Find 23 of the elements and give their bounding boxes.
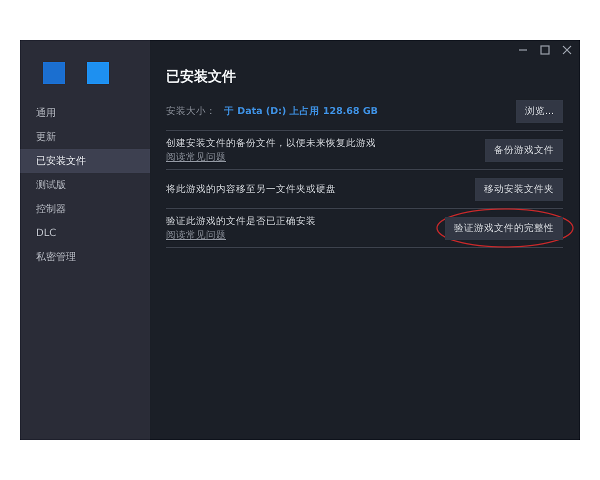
faq-link[interactable]: 阅读常见问题 [166,228,316,242]
size-value: 于 Data (D:) 上占用 128.68 GB [224,104,378,118]
sidebar-item[interactable]: 已安装文件 [20,149,150,173]
sidebar-item[interactable]: 私密管理 [20,245,150,269]
row-description: 创建安装文件的备份文件，以便未来恢复此游戏 [166,136,376,150]
action-button[interactable]: 备份游戏文件 [485,138,563,162]
sidebar-item[interactable]: 通用 [20,101,150,125]
row-description: 验证此游戏的文件是否已正确安装 [166,214,316,228]
maximize-icon[interactable] [539,44,551,56]
logo-icon [87,62,109,84]
faq-link[interactable]: 阅读常见问题 [166,150,376,164]
page-title: 已安装文件 [166,68,236,87]
sidebar-item[interactable]: 控制器 [20,197,150,221]
size-label: 安装大小： [166,104,216,118]
sidebar-item[interactable]: 测试版 [20,173,150,197]
action-button[interactable]: 验证游戏文件的完整性 [445,216,563,240]
logo-icon [43,62,65,84]
browse-button[interactable]: 浏览... [516,100,563,122]
action-button[interactable]: 移动安装文件夹 [475,178,563,200]
row-description: 将此游戏的内容移至另一文件夹或硬盘 [166,182,336,196]
sidebar-item[interactable]: DLC [20,221,150,245]
close-icon[interactable] [561,44,573,56]
sidebar-item[interactable]: 更新 [20,125,150,149]
